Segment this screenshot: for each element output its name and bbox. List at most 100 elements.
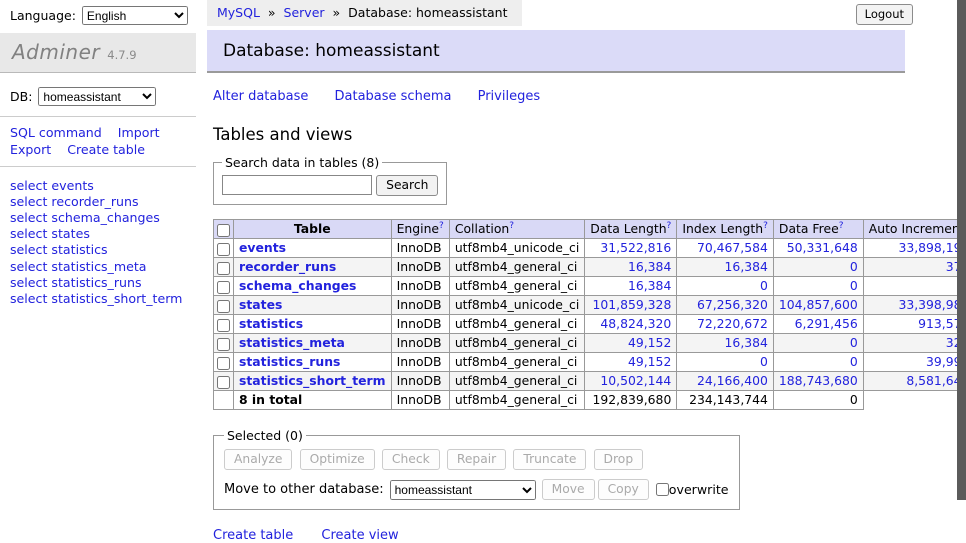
breadcrumb-current: Database: homeassistant: [348, 5, 507, 20]
database-schema-link[interactable]: Database schema: [335, 89, 452, 104]
move-button: Move: [542, 479, 595, 500]
overwrite-label: overwrite: [669, 482, 729, 497]
search-input[interactable]: [222, 175, 372, 195]
sidebar-item-select-statistics-meta[interactable]: select statistics_meta: [10, 259, 188, 275]
row-checkbox[interactable]: [217, 338, 230, 351]
engine-cell: InnoDB: [391, 315, 449, 334]
search-button[interactable]: Search: [376, 175, 438, 196]
select-all-checkbox[interactable]: [217, 224, 230, 237]
table-link-recorder-runs[interactable]: recorder_runs: [239, 259, 336, 274]
auto-increment-cell: 8,581,645: [863, 372, 966, 391]
table-link-statistics-meta[interactable]: statistics_meta: [239, 335, 345, 350]
overwrite-checkbox[interactable]: [656, 483, 669, 496]
total-data-free-cell: 0: [773, 391, 863, 410]
table-link-schema-changes[interactable]: schema_changes: [239, 278, 356, 293]
row-checkbox[interactable]: [217, 357, 230, 370]
language-select[interactable]: English: [82, 6, 188, 25]
column-header-data-free: Data Free?: [773, 220, 863, 239]
collation-cell: utf8mb4_general_ci: [449, 372, 584, 391]
help-icon[interactable]: ?: [509, 221, 514, 231]
column-header-index-length: Index Length?: [677, 220, 774, 239]
auto-increment-cell: 325: [863, 334, 966, 353]
table-link-statistics[interactable]: statistics: [239, 316, 303, 331]
repair-button: Repair: [447, 449, 506, 470]
index-length-cell: 70,467,584: [677, 239, 774, 258]
table-row: events InnoDB utf8mb4_unicode_ci 31,522,…: [214, 239, 966, 258]
index-length-cell: 0: [677, 353, 774, 372]
sidebar-item-select-statistics-short-term[interactable]: select statistics_short_term: [10, 291, 188, 307]
data-length-cell: 49,152: [585, 334, 677, 353]
data-free-cell: 188,743,680: [773, 372, 863, 391]
sidebar-link-export[interactable]: Export: [10, 142, 51, 157]
row-checkbox[interactable]: [217, 262, 230, 275]
table-link-states[interactable]: states: [239, 297, 282, 312]
move-database-select[interactable]: homeassistant: [390, 480, 536, 500]
help-icon[interactable]: ?: [667, 221, 672, 231]
sidebar-item-select-states[interactable]: select states: [10, 226, 188, 242]
page-title: Database: homeassistant: [207, 30, 905, 73]
breadcrumb-mysql-link[interactable]: MySQL: [217, 5, 260, 20]
table-row: recorder_runs InnoDB utf8mb4_general_ci …: [214, 258, 966, 277]
index-length-cell: 16,384: [677, 334, 774, 353]
column-header-data-length: Data Length?: [585, 220, 677, 239]
auto-increment-cell: 33,898,196: [863, 239, 966, 258]
table-link-statistics-short-term[interactable]: statistics_short_term: [239, 373, 386, 388]
db-selector-row: DB: homeassistant: [0, 73, 196, 116]
row-checkbox[interactable]: [217, 243, 230, 256]
table-row: states InnoDB utf8mb4_unicode_ci 101,859…: [214, 296, 966, 315]
table-link-statistics-runs[interactable]: statistics_runs: [239, 354, 340, 369]
row-checkbox[interactable]: [217, 281, 230, 294]
optimize-button: Optimize: [300, 449, 375, 470]
sidebar-item-select-statistics[interactable]: select statistics: [10, 242, 188, 258]
table-header-row: Table Engine? Collation? Data Length? In…: [214, 220, 966, 239]
data-length-cell: 16,384: [585, 277, 677, 296]
privileges-link[interactable]: Privileges: [478, 89, 541, 104]
data-free-cell: 0: [773, 277, 863, 296]
collation-cell: utf8mb4_unicode_ci: [449, 239, 584, 258]
table-link-events[interactable]: events: [239, 240, 286, 255]
collation-cell: utf8mb4_general_ci: [449, 315, 584, 334]
logout-button[interactable]: Logout: [856, 4, 913, 25]
create-table-link[interactable]: Create table: [213, 528, 293, 543]
sidebar-item-select-schema-changes[interactable]: select schema_changes: [10, 210, 188, 226]
language-label: Language:: [10, 8, 76, 23]
table-total-row: 8 in total InnoDB utf8mb4_general_ci 192…: [214, 391, 966, 410]
help-icon[interactable]: ?: [439, 221, 444, 231]
sidebar-item-select-recorder-runs[interactable]: select recorder_runs: [10, 194, 188, 210]
sidebar-link-sql-command[interactable]: SQL command: [10, 125, 102, 140]
analyze-button: Analyze: [224, 449, 292, 470]
sidebar-item-select-statistics-runs[interactable]: select statistics_runs: [10, 275, 188, 291]
breadcrumb-separator: »: [268, 5, 276, 20]
breadcrumb-server-link[interactable]: Server: [284, 5, 325, 20]
total-engine-cell: InnoDB: [391, 391, 449, 410]
create-view-link[interactable]: Create view: [321, 528, 398, 543]
data-length-cell: 16,384: [585, 258, 677, 277]
row-checkbox[interactable]: [217, 300, 230, 313]
column-header-auto-increment: Auto Increment?: [863, 220, 966, 239]
help-icon[interactable]: ?: [839, 221, 844, 231]
sidebar-link-import[interactable]: Import: [118, 125, 160, 140]
search-fieldset: Search data in tables (8) Search: [213, 155, 447, 205]
table-row: statistics_runs InnoDB utf8mb4_general_c…: [214, 353, 966, 372]
db-select[interactable]: homeassistant: [38, 87, 156, 106]
sidebar-item-select-events[interactable]: select events: [10, 178, 188, 194]
data-length-cell: 10,502,144: [585, 372, 677, 391]
engine-cell: InnoDB: [391, 258, 449, 277]
scrollbar-thumb[interactable]: [957, 0, 966, 500]
data-length-cell: 101,859,328: [585, 296, 677, 315]
sidebar-link-create-table[interactable]: Create table: [67, 142, 145, 157]
alter-database-link[interactable]: Alter database: [213, 89, 308, 104]
data-length-cell: 49,152: [585, 353, 677, 372]
vertical-scrollbar[interactable]: [957, 0, 966, 543]
table-row: statistics_short_term InnoDB utf8mb4_gen…: [214, 372, 966, 391]
row-checkbox[interactable]: [217, 376, 230, 389]
auto-increment-cell: 378: [863, 258, 966, 277]
data-free-cell: 0: [773, 334, 863, 353]
engine-cell: InnoDB: [391, 277, 449, 296]
auto-increment-cell: 913,577: [863, 315, 966, 334]
help-icon[interactable]: ?: [763, 221, 768, 231]
column-header-engine: Engine?: [391, 220, 449, 239]
total-empty-cell: [214, 391, 234, 410]
row-checkbox[interactable]: [217, 319, 230, 332]
app-header: Adminer 4.7.9: [0, 33, 196, 73]
